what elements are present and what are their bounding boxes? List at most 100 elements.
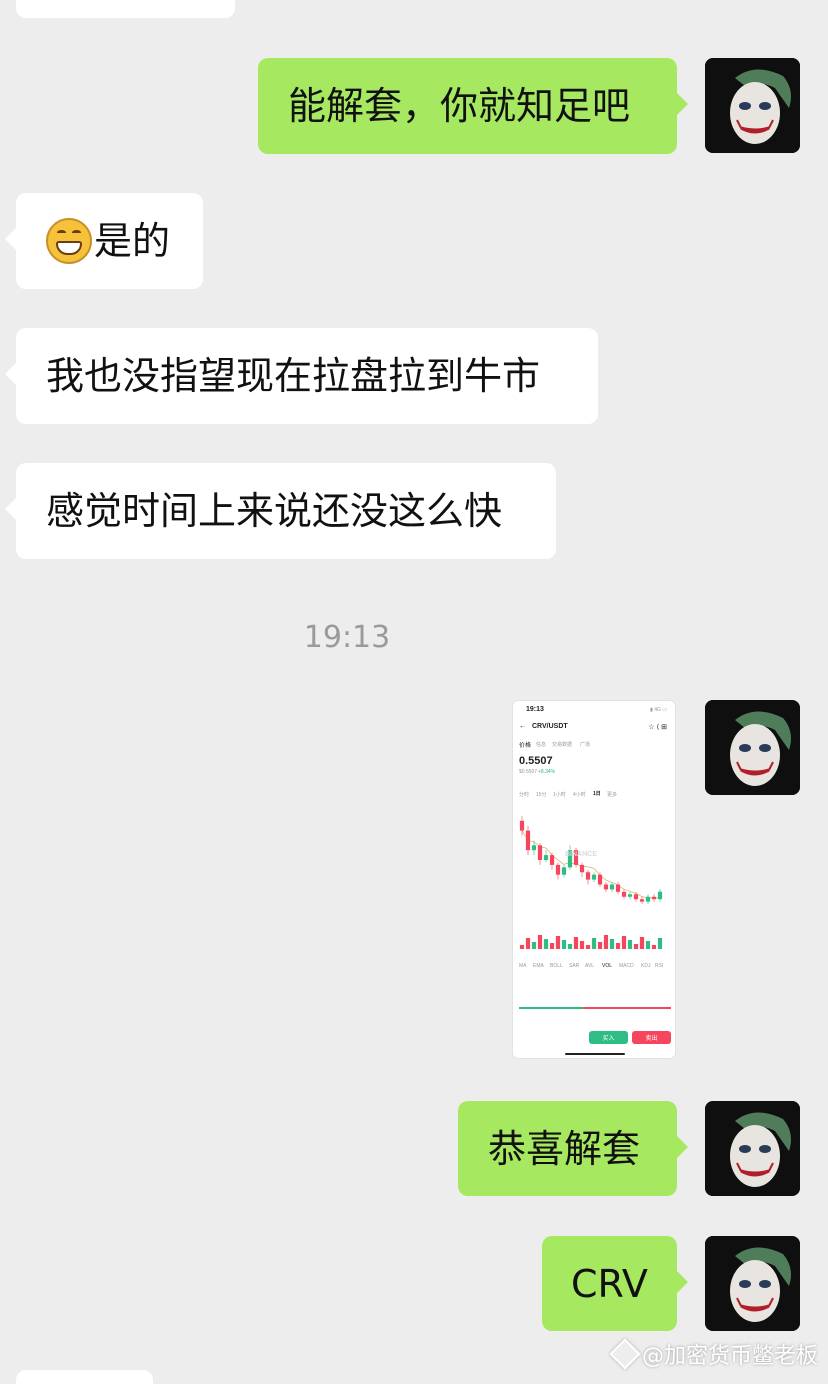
indicator-tab: EMA xyxy=(533,963,544,969)
candle-body xyxy=(537,845,543,860)
candle-body xyxy=(555,864,561,875)
tab-price: 价格 xyxy=(519,743,532,749)
avatar[interactable] xyxy=(705,700,800,795)
watermark-text: @加密货币鳖老板 xyxy=(641,1344,818,1369)
price-value: 0.5507 xyxy=(519,755,553,767)
sell-button: 卖出 xyxy=(632,1031,671,1044)
message-bubble-outgoing[interactable]: 能解套，你就知足吧 xyxy=(258,58,688,154)
indicator-tab: RSI xyxy=(655,963,664,969)
message-text: 感觉时间上来说还没这么快 xyxy=(46,489,503,533)
volume-bar xyxy=(543,939,549,949)
message-text: 能解套，你就知足吧 xyxy=(288,84,631,128)
candle-body xyxy=(543,855,549,860)
volume-bar xyxy=(645,941,651,949)
interval-tab: 15分 xyxy=(536,792,547,798)
volume-bar xyxy=(639,937,645,949)
interval-tab: 分时 xyxy=(519,792,530,798)
interval-tab: 更多 xyxy=(607,792,618,798)
indicator-tab: KDJ xyxy=(641,963,651,969)
message-timestamp: 19:13 xyxy=(303,620,391,655)
message-text: 恭喜解套 xyxy=(488,1126,641,1171)
message-bubble-incoming[interactable]: 是的 xyxy=(5,193,203,289)
joker-avatar-image xyxy=(705,700,800,795)
volume-bar xyxy=(567,944,573,949)
candle-body xyxy=(525,830,531,851)
indicator-tab: MACD xyxy=(619,963,634,969)
price-change: +8.34% xyxy=(538,769,556,775)
avatar[interactable] xyxy=(705,1236,800,1331)
volume-bar xyxy=(633,944,639,949)
message-bubble-partial-bottom[interactable] xyxy=(16,1370,153,1384)
volume-bar xyxy=(549,943,555,949)
candle-body xyxy=(621,891,627,897)
candlestick-chart xyxy=(519,815,663,949)
candle-body xyxy=(651,896,657,900)
candle-body xyxy=(579,864,585,873)
sell-ratio-bar xyxy=(583,1007,671,1009)
volume-bar xyxy=(591,938,597,949)
indicator-tab: SAR xyxy=(569,963,580,969)
indicator-tab: MA xyxy=(519,963,527,969)
candle-body xyxy=(603,884,609,890)
candle-body xyxy=(639,899,645,902)
interval-tab: 4小时 xyxy=(573,792,586,798)
volume-bar xyxy=(657,938,663,949)
volume-bar xyxy=(561,940,567,949)
message-text: 我也没指望现在拉盘拉到牛市 xyxy=(46,354,541,398)
buy-ratio-bar xyxy=(519,1007,583,1009)
candle-body xyxy=(519,820,525,831)
message-bubble-outgoing[interactable]: 恭喜解套 xyxy=(458,1101,688,1196)
message-bubble-incoming[interactable]: 感觉时间上来说还没这么快 xyxy=(5,463,556,559)
candle-body xyxy=(549,855,555,865)
volume-bar xyxy=(609,939,615,949)
avatar[interactable] xyxy=(705,1101,800,1196)
indicator-tab: AVL xyxy=(585,963,595,969)
message-text: CRV xyxy=(571,1261,648,1306)
volume-bar xyxy=(585,945,591,949)
candle-body xyxy=(615,884,621,892)
candle-body xyxy=(657,891,663,900)
volume-bar xyxy=(519,945,525,949)
volume-bar xyxy=(579,941,585,949)
joker-avatar-image xyxy=(705,1101,800,1196)
candle-body xyxy=(597,874,603,885)
binance-square-logo-icon xyxy=(609,1338,641,1370)
status-time: 19:13 xyxy=(526,706,544,713)
candle-body xyxy=(561,867,567,875)
volume-bar xyxy=(555,936,561,949)
candle-body xyxy=(645,896,651,902)
volume-bar xyxy=(651,945,657,949)
price-usd: $0.5507 xyxy=(519,769,538,775)
candle-body xyxy=(633,894,639,900)
volume-bar xyxy=(615,943,621,949)
volume-bar xyxy=(531,942,537,949)
chart-watermark: BINANCE xyxy=(565,851,597,858)
interval-tab: 1日 xyxy=(593,791,601,797)
candle-body xyxy=(531,845,537,851)
status-icons: ▮ 4G ▭ xyxy=(650,707,667,713)
volume-bar xyxy=(537,935,543,949)
volume-bar xyxy=(525,938,531,949)
volume-bar xyxy=(627,940,633,949)
avatar[interactable] xyxy=(705,58,800,153)
candle-body xyxy=(585,872,591,880)
tab-trade-data: 交易数据 xyxy=(552,742,573,748)
buy-button: 买入 xyxy=(589,1031,628,1044)
candle-body xyxy=(609,884,615,890)
grinning-face-emoji-icon xyxy=(46,218,92,264)
candle-body xyxy=(627,894,633,897)
message-text: 是的 xyxy=(94,219,171,263)
message-bubble-partial-top[interactable] xyxy=(16,0,235,18)
indicator-tab: BOLL xyxy=(550,963,563,969)
source-watermark: @加密货币鳖老板 xyxy=(609,1338,818,1370)
ma-line xyxy=(521,830,661,899)
message-bubble-outgoing[interactable]: CRV xyxy=(542,1236,688,1331)
interval-tab: 1小时 xyxy=(553,792,566,798)
image-message-screenshot[interactable]: 19:13 ▮ 4G ▭ ← CRV/USDT ☆ ⟨ ⊞ 价格 信息 交易数据… xyxy=(512,700,676,1059)
message-bubble-incoming[interactable]: 我也没指望现在拉盘拉到牛市 xyxy=(5,328,598,424)
candle-body xyxy=(591,874,597,880)
volume-bar xyxy=(603,935,609,949)
tab-square: 广场 xyxy=(580,742,591,748)
tab-info: 信息 xyxy=(536,742,547,748)
joker-avatar-image xyxy=(705,58,800,153)
